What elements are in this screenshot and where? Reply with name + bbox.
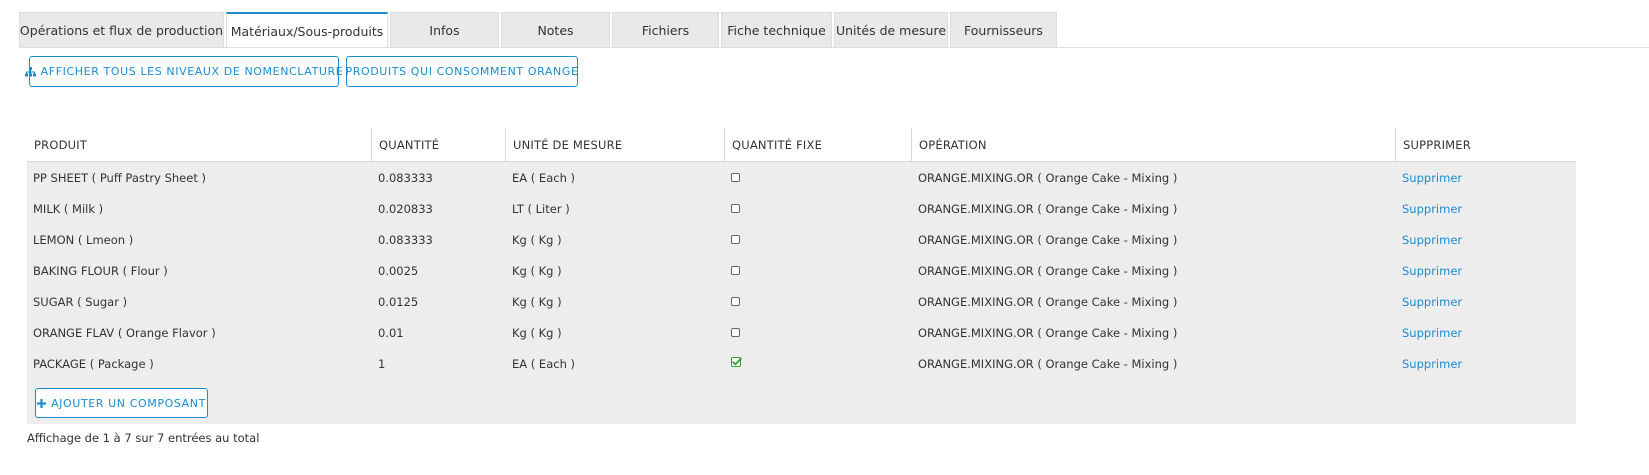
fixed-quantity-cell bbox=[725, 317, 740, 348]
quantity-cell: 1 bbox=[378, 356, 386, 371]
fixed-quantity-cell bbox=[725, 286, 740, 317]
operation-cell: ORANGE.MIXING.OR ( Orange Cake - Mixing … bbox=[918, 263, 1178, 278]
column-header-fixed-quantity[interactable]: QUANTITÉ FIXE bbox=[724, 128, 911, 161]
tab-files[interactable]: Fichiers bbox=[612, 12, 719, 48]
tab-datasheet[interactable]: Fiche technique bbox=[721, 12, 832, 48]
tab-bar: Opérations et flux de production Matéria… bbox=[19, 12, 1057, 48]
components-table: PRODUIT QUANTITÉ UNITÉ DE MESURE QUANTIT… bbox=[27, 128, 1576, 424]
fixed-quantity-cell bbox=[725, 255, 740, 286]
tab-notes[interactable]: Notes bbox=[501, 12, 610, 48]
operation-cell: ORANGE.MIXING.OR ( Orange Cake - Mixing … bbox=[918, 356, 1178, 371]
column-header-quantity[interactable]: QUANTITÉ bbox=[371, 128, 505, 161]
product-cell: SUGAR ( Sugar ) bbox=[33, 294, 128, 309]
unit-cell: Kg ( Kg ) bbox=[512, 232, 562, 247]
unchecked-checkbox-icon[interactable] bbox=[731, 328, 740, 337]
column-header-delete[interactable]: SUPPRIMER bbox=[1395, 128, 1576, 161]
show-all-levels-label: AFFICHER TOUS LES NIVEAUX DE NOMENCLATUR… bbox=[40, 65, 344, 78]
page: Opérations et flux de production Matéria… bbox=[0, 0, 1649, 475]
delete-link[interactable]: Supprimer bbox=[1396, 162, 1462, 193]
table-header: PRODUIT QUANTITÉ UNITÉ DE MESURE QUANTIT… bbox=[27, 128, 1576, 162]
column-header-product[interactable]: PRODUIT bbox=[27, 128, 371, 161]
unchecked-checkbox-icon[interactable] bbox=[731, 266, 740, 275]
unchecked-checkbox-icon[interactable] bbox=[731, 204, 740, 213]
product-cell: PACKAGE ( Package ) bbox=[33, 356, 154, 371]
consuming-products-button[interactable]: PRODUITS QUI CONSOMMENT ORANGE bbox=[346, 56, 578, 87]
delete-link[interactable]: Supprimer bbox=[1396, 224, 1462, 255]
checked-checkbox-icon[interactable] bbox=[731, 356, 742, 371]
column-header-operation[interactable]: OPÉRATION bbox=[911, 128, 1395, 161]
fixed-quantity-cell bbox=[725, 224, 740, 255]
operation-cell: ORANGE.MIXING.OR ( Orange Cake - Mixing … bbox=[918, 170, 1178, 185]
delete-link[interactable]: Supprimer bbox=[1396, 193, 1462, 224]
unchecked-checkbox-icon[interactable] bbox=[731, 235, 740, 244]
pagination-summary: Affichage de 1 à 7 sur 7 entrées au tota… bbox=[27, 431, 260, 445]
table-row: PP SHEET ( Puff Pastry Sheet ) 0.083333 … bbox=[27, 162, 1576, 193]
table-row: ORANGE FLAV ( Orange Flavor ) 0.01 Kg ( … bbox=[27, 317, 1576, 348]
quantity-cell: 0.020833 bbox=[378, 201, 433, 216]
unit-cell: LT ( Liter ) bbox=[512, 201, 570, 216]
sitemap-icon bbox=[24, 66, 36, 77]
table-row: SUGAR ( Sugar ) 0.0125 Kg ( Kg ) ORANGE.… bbox=[27, 286, 1576, 317]
table-row: LEMON ( Lmeon ) 0.083333 Kg ( Kg ) ORANG… bbox=[27, 224, 1576, 255]
quantity-cell: 0.0125 bbox=[378, 294, 419, 309]
product-cell: BAKING FLOUR ( Flour ) bbox=[33, 263, 168, 278]
delete-link[interactable]: Supprimer bbox=[1396, 255, 1462, 286]
quantity-cell: 0.0025 bbox=[378, 263, 419, 278]
product-cell: LEMON ( Lmeon ) bbox=[33, 232, 134, 247]
quantity-cell: 0.083333 bbox=[378, 232, 433, 247]
product-cell: MILK ( Milk ) bbox=[33, 201, 104, 216]
add-component-label: AJOUTER UN COMPOSANT bbox=[51, 396, 206, 410]
delete-link[interactable]: Supprimer bbox=[1396, 348, 1462, 379]
tab-bar-divider bbox=[19, 47, 1649, 48]
quantity-cell: 0.083333 bbox=[378, 170, 433, 185]
fixed-quantity-cell bbox=[725, 348, 742, 379]
tab-materials[interactable]: Matériaux/Sous-produits bbox=[226, 12, 388, 48]
fixed-quantity-cell bbox=[725, 193, 740, 224]
column-header-unit[interactable]: UNITÉ DE MESURE bbox=[505, 128, 724, 161]
fixed-quantity-cell bbox=[725, 162, 740, 193]
operation-cell: ORANGE.MIXING.OR ( Orange Cake - Mixing … bbox=[918, 232, 1178, 247]
delete-link[interactable]: Supprimer bbox=[1396, 317, 1462, 348]
add-component-button[interactable]: AJOUTER UN COMPOSANT bbox=[35, 388, 208, 418]
product-cell: ORANGE FLAV ( Orange Flavor ) bbox=[33, 325, 216, 340]
unit-cell: Kg ( Kg ) bbox=[512, 325, 562, 340]
product-cell: PP SHEET ( Puff Pastry Sheet ) bbox=[33, 170, 206, 185]
operation-cell: ORANGE.MIXING.OR ( Orange Cake - Mixing … bbox=[918, 201, 1178, 216]
tab-units[interactable]: Unités de mesure bbox=[834, 12, 948, 48]
quantity-cell: 0.01 bbox=[378, 325, 404, 340]
operation-cell: ORANGE.MIXING.OR ( Orange Cake - Mixing … bbox=[918, 294, 1178, 309]
table-body: PP SHEET ( Puff Pastry Sheet ) 0.083333 … bbox=[27, 162, 1576, 424]
unit-cell: Kg ( Kg ) bbox=[512, 263, 562, 278]
tab-infos[interactable]: Infos bbox=[390, 12, 499, 48]
unit-cell: EA ( Each ) bbox=[512, 170, 575, 185]
table-row: MILK ( Milk ) 0.020833 LT ( Liter ) ORAN… bbox=[27, 193, 1576, 224]
table-row: BAKING FLOUR ( Flour ) 0.0025 Kg ( Kg ) … bbox=[27, 255, 1576, 286]
consuming-products-label: PRODUITS QUI CONSOMMENT ORANGE bbox=[345, 65, 579, 78]
unit-cell: Kg ( Kg ) bbox=[512, 294, 562, 309]
delete-link[interactable]: Supprimer bbox=[1396, 286, 1462, 317]
unit-cell: EA ( Each ) bbox=[512, 356, 575, 371]
operation-cell: ORANGE.MIXING.OR ( Orange Cake - Mixing … bbox=[918, 325, 1178, 340]
unchecked-checkbox-icon[interactable] bbox=[731, 297, 740, 306]
unchecked-checkbox-icon[interactable] bbox=[731, 173, 740, 182]
table-row: PACKAGE ( Package ) 1 EA ( Each ) ORANGE… bbox=[27, 348, 1576, 379]
tab-operations[interactable]: Opérations et flux de production bbox=[19, 12, 224, 48]
tab-suppliers[interactable]: Fournisseurs bbox=[950, 12, 1057, 48]
show-all-levels-button[interactable]: AFFICHER TOUS LES NIVEAUX DE NOMENCLATUR… bbox=[24, 56, 343, 87]
plus-icon bbox=[37, 398, 47, 408]
